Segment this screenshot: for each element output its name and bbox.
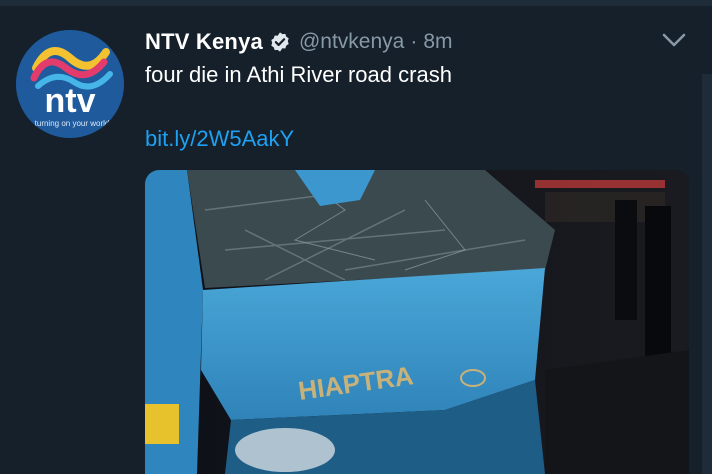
top-divider — [0, 0, 712, 6]
avatar[interactable]: ntv turning on your world — [16, 30, 124, 138]
tweet-link[interactable]: bit.ly/2W5AakY — [145, 126, 294, 152]
scrollbar-track[interactable] — [702, 74, 712, 474]
avatar-logo-text: ntv — [45, 82, 96, 120]
timestamp[interactable]: 8m — [423, 30, 452, 54]
tweet-text: four die in Athi River road crash — [145, 62, 452, 87]
user-handle[interactable]: @ntvkenya — [299, 30, 404, 54]
tweet-header: NTV Kenya @ntvkenya · 8m — [145, 28, 453, 56]
avatar-tagline: turning on your world — [35, 119, 110, 128]
verified-badge-icon — [269, 31, 291, 53]
chevron-down-icon[interactable] — [660, 30, 688, 50]
display-name[interactable]: NTV Kenya — [145, 29, 263, 55]
separator-dot: · — [410, 30, 418, 53]
tweet-media-photo[interactable]: HIAPTRA — [145, 170, 689, 474]
